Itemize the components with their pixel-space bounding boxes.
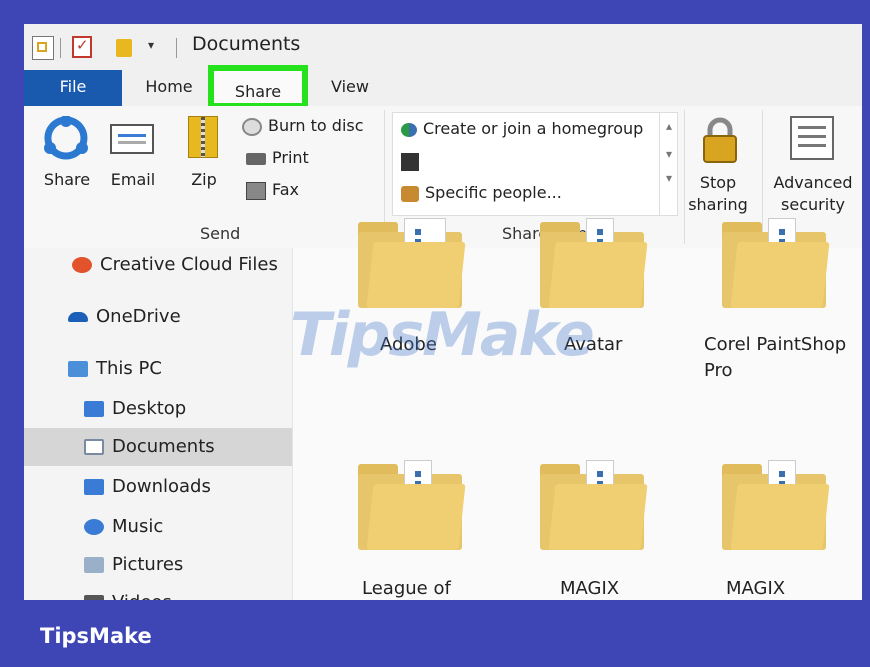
printer-icon bbox=[246, 152, 266, 165]
creative-cloud-icon bbox=[72, 257, 92, 273]
watermark: TipsMake bbox=[290, 300, 595, 370]
folder-adobe[interactable] bbox=[358, 218, 466, 308]
pictures-icon bbox=[84, 557, 104, 573]
user-item[interactable] bbox=[401, 151, 425, 171]
folder-label: MAGIX bbox=[726, 578, 786, 599]
fax-icon bbox=[246, 181, 266, 200]
nav-item-this-pc[interactable]: This PC bbox=[24, 350, 292, 388]
share-button-label[interactable]: Share bbox=[42, 170, 92, 189]
nav-label: Creative Cloud Files bbox=[100, 254, 278, 275]
share-with-scrollbar[interactable]: ▴ ▾ ▾ bbox=[659, 113, 678, 215]
folder-magix-1[interactable] bbox=[540, 460, 648, 550]
folder-magix-2[interactable] bbox=[722, 460, 830, 550]
documents-icon bbox=[84, 439, 104, 455]
print-label: Print bbox=[272, 148, 309, 167]
folder-label: Corel PaintShop bbox=[704, 334, 847, 355]
share-with-list[interactable]: Create or join a homegroup Specific peop… bbox=[392, 112, 678, 216]
tab-share[interactable]: Share bbox=[208, 65, 308, 109]
nav-item-onedrive[interactable]: OneDrive bbox=[24, 298, 292, 336]
properties-icon[interactable] bbox=[32, 36, 54, 60]
videos-icon bbox=[84, 595, 104, 600]
folder-label: League of bbox=[362, 578, 451, 599]
fax-button[interactable]: Fax bbox=[246, 180, 299, 200]
nav-label: Videos bbox=[112, 592, 172, 600]
checklist-icon[interactable] bbox=[790, 116, 834, 160]
user-icon bbox=[401, 152, 419, 171]
zip-button-label[interactable]: Zip bbox=[184, 170, 224, 189]
nav-label: Documents bbox=[112, 436, 215, 457]
folder-label: MAGIX bbox=[560, 578, 620, 599]
share-icon[interactable] bbox=[44, 116, 88, 160]
ribbon-tabs: File Home Share View bbox=[24, 65, 862, 109]
disc-icon bbox=[242, 117, 262, 136]
stop-sharing-button[interactable]: Stop sharing bbox=[688, 172, 748, 216]
nav-item-documents[interactable]: Documents bbox=[24, 428, 292, 466]
homegroup-label: Create or join a homegroup bbox=[423, 119, 644, 138]
security-label: security bbox=[781, 195, 845, 214]
onedrive-icon bbox=[68, 312, 88, 322]
advanced-security-button[interactable]: Advanced security bbox=[768, 172, 858, 216]
print-button[interactable]: Print bbox=[246, 148, 309, 167]
checkbox-icon[interactable] bbox=[72, 36, 92, 58]
nav-item-pictures[interactable]: Pictures bbox=[24, 546, 292, 584]
tab-file[interactable]: File bbox=[24, 70, 122, 106]
music-icon bbox=[84, 519, 104, 535]
chevron-down-icon[interactable]: ▾ bbox=[148, 38, 168, 60]
homegroup-icon bbox=[401, 122, 417, 137]
lock-icon[interactable] bbox=[700, 116, 740, 164]
people-icon bbox=[401, 185, 419, 202]
nav-label: Pictures bbox=[112, 554, 184, 575]
folder-league[interactable] bbox=[358, 460, 466, 550]
nav-label: Music bbox=[112, 516, 164, 537]
homegroup-item[interactable]: Create or join a homegroup bbox=[401, 119, 643, 138]
navigation-pane: Creative Cloud Files OneDrive This PC De… bbox=[24, 248, 293, 600]
burn-to-disc-button[interactable]: Burn to disc bbox=[242, 116, 364, 136]
window-title: Documents bbox=[192, 33, 301, 55]
nav-label: OneDrive bbox=[96, 306, 181, 327]
new-folder-icon[interactable] bbox=[116, 39, 132, 57]
folder-corel[interactable] bbox=[722, 218, 830, 308]
desktop-icon bbox=[84, 401, 104, 417]
divider bbox=[176, 38, 177, 58]
nav-item-desktop[interactable]: Desktop bbox=[24, 390, 292, 428]
tab-view[interactable]: View bbox=[320, 70, 380, 106]
nav-label: Downloads bbox=[112, 476, 211, 497]
folder-label: Pro bbox=[704, 360, 733, 381]
nav-item-downloads[interactable]: Downloads bbox=[24, 468, 292, 506]
advanced-label: Advanced bbox=[773, 173, 853, 192]
title-bar: ▾ Documents bbox=[24, 24, 862, 70]
fax-label: Fax bbox=[272, 180, 300, 199]
nav-label: Desktop bbox=[112, 398, 187, 419]
nav-item-creative-cloud[interactable]: Creative Cloud Files bbox=[24, 246, 292, 284]
specific-people-label: Specific people... bbox=[425, 183, 562, 202]
email-button-label[interactable]: Email bbox=[108, 170, 158, 189]
sharing-label: sharing bbox=[688, 195, 748, 214]
computer-icon bbox=[68, 361, 88, 377]
specific-people-item[interactable]: Specific people... bbox=[401, 183, 562, 202]
nav-label: This PC bbox=[96, 358, 162, 379]
divider bbox=[684, 110, 685, 244]
nav-item-videos[interactable]: Videos bbox=[24, 584, 292, 600]
nav-item-music[interactable]: Music bbox=[24, 508, 292, 546]
zip-icon[interactable] bbox=[188, 116, 218, 158]
downloads-icon bbox=[84, 479, 104, 495]
email-icon[interactable] bbox=[110, 124, 154, 154]
send-group-label: Send bbox=[200, 224, 241, 243]
tab-home[interactable]: Home bbox=[136, 70, 202, 106]
folder-avatar[interactable] bbox=[540, 218, 648, 308]
divider bbox=[60, 38, 61, 58]
stop-label: Stop bbox=[699, 173, 737, 192]
burn-label: Burn to disc bbox=[268, 116, 364, 135]
brand-label: TipsMake bbox=[40, 624, 152, 648]
